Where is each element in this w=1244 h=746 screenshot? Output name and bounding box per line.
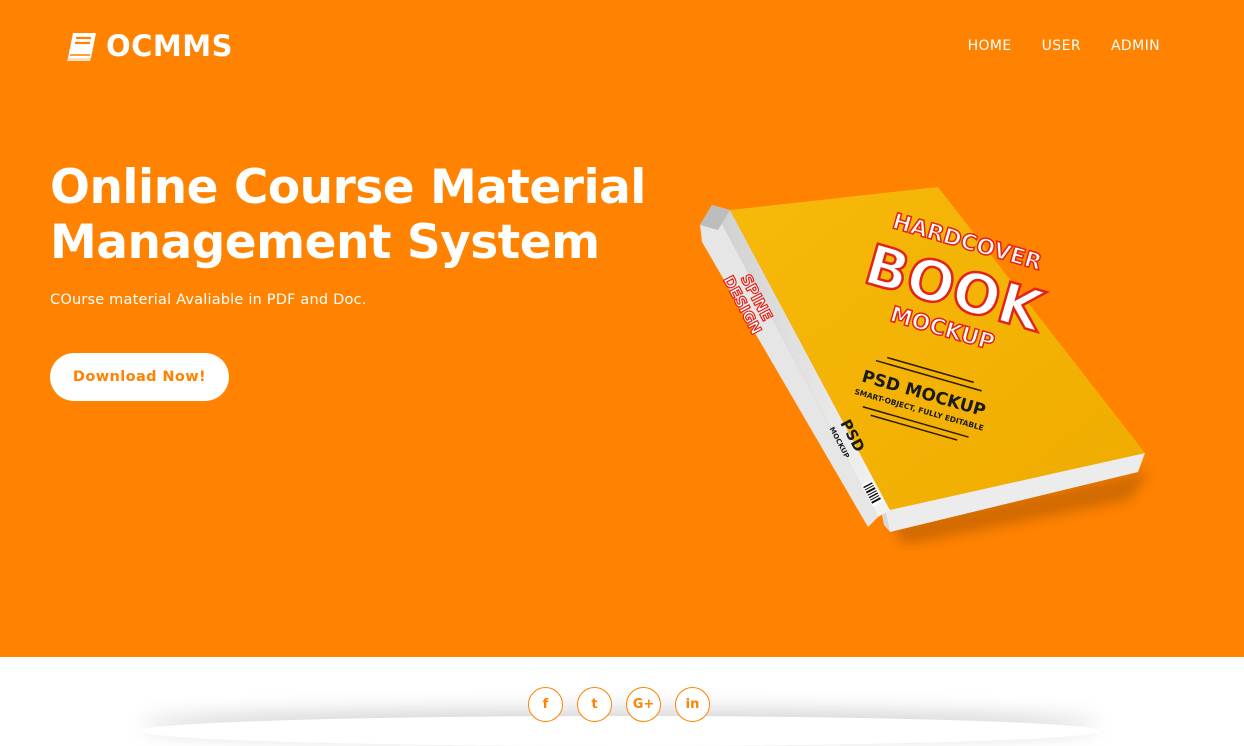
hero-title-line-2: Management System <box>50 215 600 270</box>
main-nav: HOME USER ADMIN <box>968 36 1160 56</box>
google-plus-icon[interactable]: G+ <box>626 687 661 722</box>
nav-admin-link[interactable]: ADMIN <box>1111 36 1160 56</box>
download-now-button[interactable]: Download Now! <box>50 353 229 401</box>
hero-title: Online Course Material Management System <box>50 160 650 270</box>
brand-logo[interactable]: OCMMS <box>64 28 233 64</box>
brand-name: OCMMS <box>106 29 234 63</box>
facebook-icon[interactable]: f <box>528 687 563 722</box>
hero-section: OCMMS HOME USER ADMIN Online Course Mate… <box>0 0 1244 657</box>
linkedin-icon[interactable]: in <box>675 687 710 722</box>
hero-subtitle: COurse material Avaliable in PDF and Doc… <box>50 292 367 308</box>
twitter-icon[interactable]: t <box>577 687 612 722</box>
nav-home-link[interactable]: HOME <box>968 36 1012 56</box>
social-links: f t G+ in <box>528 687 710 722</box>
nav-user-link[interactable]: USER <box>1042 36 1081 56</box>
book-mockup-image: HARDCOVER BOOK MOCKUP PSD MOCKUP SMART-O… <box>700 187 1150 545</box>
book-icon <box>64 31 98 61</box>
hero-title-line-1: Online Course Material <box>50 160 646 215</box>
